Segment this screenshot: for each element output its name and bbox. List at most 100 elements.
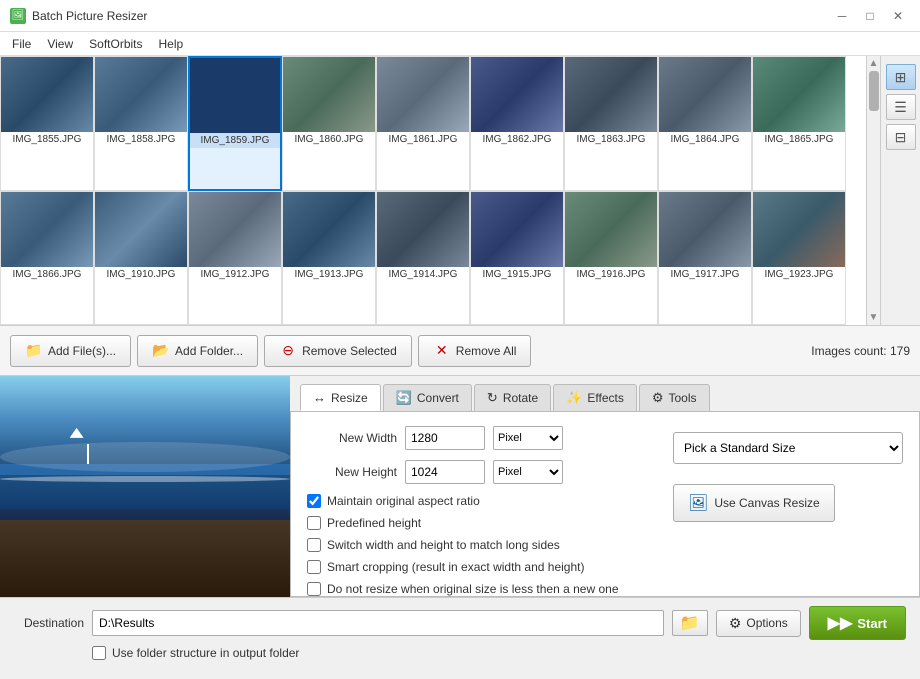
standard-size-row: Pick a Standard Size [673,432,903,464]
folder-structure-label: Use folder structure in output folder [112,646,299,660]
bottom-bar: Destination 📁 ⚙ Options ▶▶ Start Use fol… [0,597,920,679]
thumb-img-1915[interactable]: IMG_1915.JPG [470,191,564,326]
thumb-img-1855[interactable]: IMG_1855.JPG [0,56,94,191]
rotate-tab-icon: ↻ [487,390,498,406]
tab-convert[interactable]: 🔄 Convert [383,384,472,411]
smart-crop-label: Smart cropping (result in exact width an… [327,560,584,574]
minimize-button[interactable]: ─ [830,6,854,26]
maximize-button[interactable]: □ [858,6,882,26]
thumb-img-1864[interactable]: IMG_1864.JPG [658,56,752,191]
title-bar: 🖼 Batch Picture Resizer ─ □ ✕ [0,0,920,32]
resize-left-col: New Width Pixel Percent cm inch New He [307,426,647,597]
remove-all-button[interactable]: ✕ Remove All [418,335,532,367]
tab-effects[interactable]: ✨ Effects [553,384,637,411]
height-input[interactable] [405,460,485,484]
menu-bar: File View SoftOrbits Help [0,32,920,56]
app-icon: 🖼 [10,8,26,24]
effects-tab-icon: ✨ [566,390,582,406]
menu-softorbits[interactable]: SoftOrbits [81,34,150,53]
add-files-icon: 📁 [25,342,43,360]
resize-options: New Width Pixel Percent cm inch New He [307,426,903,597]
close-button[interactable]: ✕ [886,6,910,26]
grid-small-view-btn[interactable]: ⊟ [886,124,916,150]
add-folder-icon: 📂 [152,342,170,360]
thumb-img-1923[interactable]: IMG_1923.JPG [752,191,846,326]
switch-sides-row: Switch width and height to match long si… [307,538,647,552]
canvas-icon: 🖼 [688,493,708,513]
destination-row: Destination 📁 ⚙ Options ▶▶ Start [14,606,906,640]
menu-view[interactable]: View [39,34,81,53]
remove-all-icon: ✕ [433,342,451,360]
standard-size-select[interactable]: Pick a Standard Size [673,432,903,464]
smart-crop-row: Smart cropping (result in exact width an… [307,560,647,574]
tab-resize[interactable]: ↔ Resize [300,384,381,411]
folder-structure-row: Use folder structure in output folder [92,646,299,660]
thumb-img-1913[interactable]: IMG_1913.JPG [282,191,376,326]
smart-crop-checkbox[interactable] [307,560,321,574]
image-scrollbar[interactable]: ▲ ▼ [866,56,880,325]
options-button[interactable]: ⚙ Options [716,610,801,637]
image-area: IMG_1855.JPG IMG_1858.JPG IMG_1859.JPG I… [0,56,920,326]
width-input[interactable] [405,426,485,450]
grid-large-view-btn[interactable]: ⊞ [886,64,916,90]
image-grid: IMG_1855.JPG IMG_1858.JPG IMG_1859.JPG I… [0,56,866,325]
settings-panel: ↔ Resize 🔄 Convert ↻ Rotate ✨ Effects ⚙ [290,376,920,597]
folder-structure-checkbox[interactable] [92,646,106,660]
canvas-resize-button[interactable]: 🖼 Use Canvas Resize [673,484,835,522]
predefined-height-checkbox[interactable] [307,516,321,530]
thumb-img-1916[interactable]: IMG_1916.JPG [564,191,658,326]
destination-input[interactable] [92,610,664,636]
start-button[interactable]: ▶▶ Start [809,606,906,640]
remove-selected-icon: ⊖ [279,342,297,360]
remove-selected-button[interactable]: ⊖ Remove Selected [264,335,412,367]
resize-tab-icon: ↔ [313,390,326,405]
browse-folder-button[interactable]: 📁 [672,610,708,636]
width-unit-select[interactable]: Pixel Percent cm inch [493,426,563,450]
thumb-img-1865[interactable]: IMG_1865.JPG [752,56,846,191]
maintain-ratio-checkbox[interactable] [307,494,321,508]
switch-sides-checkbox[interactable] [307,538,321,552]
add-folder-label: Add Folder... [175,344,243,358]
canvas-resize-container: 🖼 Use Canvas Resize [673,474,835,522]
thumb-img-1910[interactable]: IMG_1910.JPG [94,191,188,326]
bottom-section: ↔ Resize 🔄 Convert ↻ Rotate ✨ Effects ⚙ [0,376,920,597]
thumb-img-1863[interactable]: IMG_1863.JPG [564,56,658,191]
start-label: Start [857,616,887,631]
bottom-actions: Use folder structure in output folder [14,646,906,668]
app-title: Batch Picture Resizer [32,9,824,23]
menu-file[interactable]: File [4,34,39,53]
scrollbar-thumb[interactable] [869,71,879,111]
height-unit-select[interactable]: Pixel Percent cm inch [493,460,563,484]
width-label: New Width [307,431,397,445]
no-upscale-checkbox[interactable] [307,582,321,596]
main-container: IMG_1855.JPG IMG_1858.JPG IMG_1859.JPG I… [0,56,920,679]
predefined-height-label: Predefined height [327,516,421,530]
tab-rotate[interactable]: ↻ Rotate [474,384,551,411]
browse-folder-icon: 📁 [680,613,700,633]
options-gear-icon: ⚙ [729,615,742,632]
add-folder-button[interactable]: 📂 Add Folder... [137,335,258,367]
menu-help[interactable]: Help [151,34,192,53]
tools-tab-icon: ⚙ [652,390,664,406]
thumb-img-1912[interactable]: IMG_1912.JPG [188,191,282,326]
tab-rotate-label: Rotate [503,391,538,405]
thumb-img-1914[interactable]: IMG_1914.JPG [376,191,470,326]
list-view-btn[interactable]: ☰ [886,94,916,120]
thumb-img-1859[interactable]: IMG_1859.JPG [188,56,282,191]
predefined-height-row: Predefined height [307,516,647,530]
thumb-img-1917[interactable]: IMG_1917.JPG [658,191,752,326]
right-sidebar: ⊞ ☰ ⊟ [880,56,920,325]
switch-sides-label: Switch width and height to match long si… [327,538,560,552]
height-row: New Height Pixel Percent cm inch [307,460,647,484]
resize-right-col: Pick a Standard Size 🖼 Use Canvas Resize [663,426,903,597]
image-row-2: IMG_1866.JPG IMG_1910.JPG IMG_1912.JPG I… [0,191,866,326]
tab-tools[interactable]: ⚙ Tools [639,384,710,411]
thumb-img-1861[interactable]: IMG_1861.JPG [376,56,470,191]
remove-all-label: Remove All [456,344,517,358]
thumb-img-1858[interactable]: IMG_1858.JPG [94,56,188,191]
thumb-img-1860[interactable]: IMG_1860.JPG [282,56,376,191]
thumb-img-1862[interactable]: IMG_1862.JPG [470,56,564,191]
preview-panel [0,376,290,597]
thumb-img-1866[interactable]: IMG_1866.JPG [0,191,94,326]
add-files-button[interactable]: 📁 Add File(s)... [10,335,131,367]
